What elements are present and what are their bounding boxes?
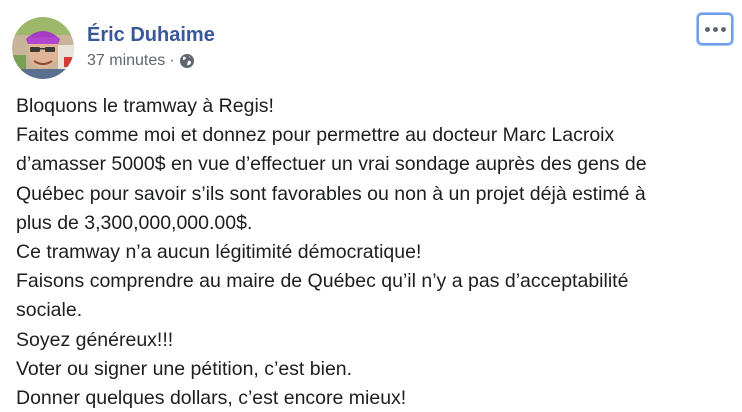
avatar-photo [12, 17, 74, 79]
post-meta: Éric Duhaime 37 minutes · [87, 17, 215, 72]
post-line: Bloquons le tramway à Regis! [16, 95, 274, 117]
more-options-icon [704, 26, 726, 32]
separator-dot: · [169, 52, 175, 69]
post-body: Bloquons le tramway à Regis! Faites comm… [16, 92, 728, 412]
post-line: Faites comme moi et donnez pour permettr… [16, 124, 615, 147]
post-header: Éric Duhaime 37 minutes · [12, 17, 215, 79]
post-line: d’amasser 5000$ en vue d’effectuer un vr… [16, 153, 647, 176]
post-line: Soyez généreux!!! [16, 328, 174, 351]
post-timestamp[interactable]: 37 minutes [87, 50, 165, 72]
post-line: Faisons comprendre au maire de Québec qu… [16, 270, 629, 293]
globe-icon[interactable] [179, 53, 195, 69]
post-line: Donner quelques dollars, c’est encore mi… [16, 387, 407, 410]
post-line: Voter ou signer une pétition, c’est bien… [16, 357, 353, 380]
author-name[interactable]: Éric Duhaime [87, 22, 215, 48]
facebook-post: Éric Duhaime 37 minutes · Bloquons le tr… [0, 0, 742, 412]
post-line: sociale. [16, 299, 83, 322]
post-line: Ce tramway n’a aucun légitimité démocrat… [16, 241, 422, 264]
post-line: Québec pour savoir s’ils sont favorables… [16, 182, 646, 205]
more-options-button[interactable] [697, 13, 733, 45]
post-subline: 37 minutes · [87, 50, 215, 72]
avatar[interactable] [12, 17, 74, 79]
post-line: plus de 3,300,000,000.00$. [16, 211, 253, 234]
